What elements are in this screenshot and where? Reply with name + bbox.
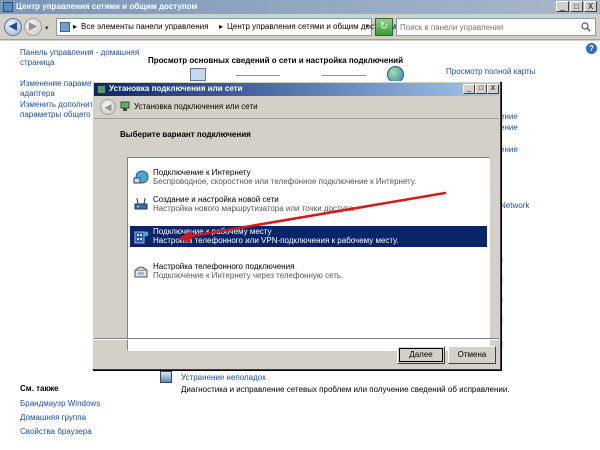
maximize-button[interactable]: □ <box>570 1 583 12</box>
dialog-header-title: Установка подключения или сети <box>134 102 258 111</box>
network-setup-icon <box>120 101 130 111</box>
option-description: Настройка телефонного или VPN-подключени… <box>153 236 399 245</box>
troubleshoot-icon <box>160 371 172 383</box>
partial-link[interactable]: ение <box>500 123 518 132</box>
divider <box>502 257 503 263</box>
history-dropdown-icon[interactable]: ▾ <box>45 24 49 32</box>
router-network-icon <box>134 197 148 210</box>
option-title: Настройка телефонного подключения <box>153 262 295 271</box>
connection-options-list: Подключение к Интернету Беспроводное, ск… <box>127 157 490 351</box>
network-setup-icon <box>97 85 106 94</box>
minimize-button[interactable]: _ <box>556 1 569 12</box>
breadcrumb-network-center[interactable]: Центр управления сетями и общим доступом <box>227 22 396 31</box>
dialog-back-button[interactable]: ◀ <box>100 99 116 115</box>
search-input[interactable] <box>400 21 576 33</box>
option-description: Беспроводное, скоростное или телефонное … <box>153 177 417 186</box>
window-title: Центр управления сетями и общим доступом <box>16 2 198 11</box>
option-internet[interactable]: Подключение к Интернету Беспроводное, ск… <box>130 167 487 188</box>
cancel-button[interactable]: Отмена <box>448 346 496 364</box>
workplace-vpn-icon <box>134 231 149 244</box>
divider <box>502 297 503 303</box>
link-text: Панель управления - домашняя <box>20 48 140 57</box>
dialog-maximize-button[interactable]: □ <box>475 84 487 94</box>
dialog-title: Установка подключения или сети <box>109 84 243 93</box>
navigation-bar: ◀ ▶ ▾ ▸ Все элементы панели управления ▸… <box>0 14 600 40</box>
refresh-button[interactable]: ↻ <box>375 18 393 36</box>
option-description: Подключение к Интернету через телефонную… <box>153 271 344 280</box>
option-new-network[interactable]: Создание и настройка новой сети Настройк… <box>130 194 487 215</box>
dialog-titlebar: Установка подключения или сети _ □ X <box>94 83 499 96</box>
divider <box>502 277 503 283</box>
next-button[interactable]: Далее <box>397 346 445 364</box>
partial-link[interactable]: ение <box>500 145 518 154</box>
connection-line <box>236 75 280 76</box>
setup-connection-dialog: Установка подключения или сети _ □ X ◀ У… <box>92 81 501 370</box>
control-panel-icon <box>60 22 70 32</box>
troubleshoot-link[interactable]: Устранение неполадок <box>181 373 266 382</box>
option-title: Подключение к Интернету <box>153 168 251 177</box>
dialog-header: ◀ Установка подключения или сети <box>94 96 499 119</box>
link-text: страница <box>20 58 55 67</box>
divider <box>502 341 503 347</box>
option-description: Настройка нового маршрутизатора или точк… <box>153 204 356 213</box>
globe-network-icon <box>133 170 149 184</box>
breadcrumb-separator[interactable]: ▸ <box>219 22 223 31</box>
breadcrumb-separator[interactable]: ▸ <box>73 22 77 31</box>
option-title: Подключение к рабочему месту <box>153 227 272 236</box>
choose-option-label: Выберите вариант подключения <box>120 130 251 139</box>
network-center-icon <box>3 2 13 12</box>
troubleshoot-description: Диагностика и исправление сетевых пробле… <box>181 385 510 394</box>
computer-icon <box>190 68 206 81</box>
dialog-close-button[interactable]: X <box>487 84 499 94</box>
address-bar[interactable]: ▸ Все элементы панели управления ▸ Центр… <box>56 18 396 36</box>
link-control-panel-home[interactable]: Панель управления - домашняя страница <box>20 48 139 68</box>
dialog-footer-separator <box>94 338 499 340</box>
option-title: Создание и настройка новой сети <box>153 195 279 204</box>
option-workplace[interactable]: Подключение к рабочему месту Настройка т… <box>130 226 487 247</box>
partial-link[interactable]: ение <box>500 112 518 121</box>
search-box[interactable] <box>396 18 596 36</box>
link-homegroup[interactable]: Домашняя группа <box>20 413 86 423</box>
partial-link[interactable]: Network <box>500 201 529 210</box>
breadcrumb-all-items[interactable]: Все элементы панели управления <box>81 22 208 31</box>
dialup-phone-icon <box>134 266 148 278</box>
window-titlebar: Центр управления сетями и общим доступом… <box>0 0 600 14</box>
connection-line <box>322 75 366 76</box>
dialog-minimize-button[interactable]: _ <box>463 84 475 94</box>
page-heading: Просмотр основных сведений о сети и наст… <box>148 56 404 65</box>
link-internet-options[interactable]: Свойства браузера <box>20 427 92 437</box>
forward-button[interactable]: ▶ <box>24 18 42 36</box>
view-full-map-link[interactable]: Просмотр полной карты <box>446 67 535 76</box>
option-dialup[interactable]: Настройка телефонного подключения Подклю… <box>130 261 487 282</box>
back-button[interactable]: ◀ <box>4 18 22 36</box>
divider <box>502 317 503 323</box>
see-also-title: См. также <box>20 384 59 393</box>
link-windows-firewall[interactable]: Брандмауэр Windows <box>20 399 100 409</box>
address-dropdown-icon[interactable]: ▾ <box>365 22 369 30</box>
close-button[interactable]: X <box>584 1 597 12</box>
help-icon[interactable]: ? <box>586 43 597 54</box>
dialog-body: Выберите вариант подключения Подключение… <box>94 120 499 351</box>
search-icon[interactable] <box>581 22 591 32</box>
